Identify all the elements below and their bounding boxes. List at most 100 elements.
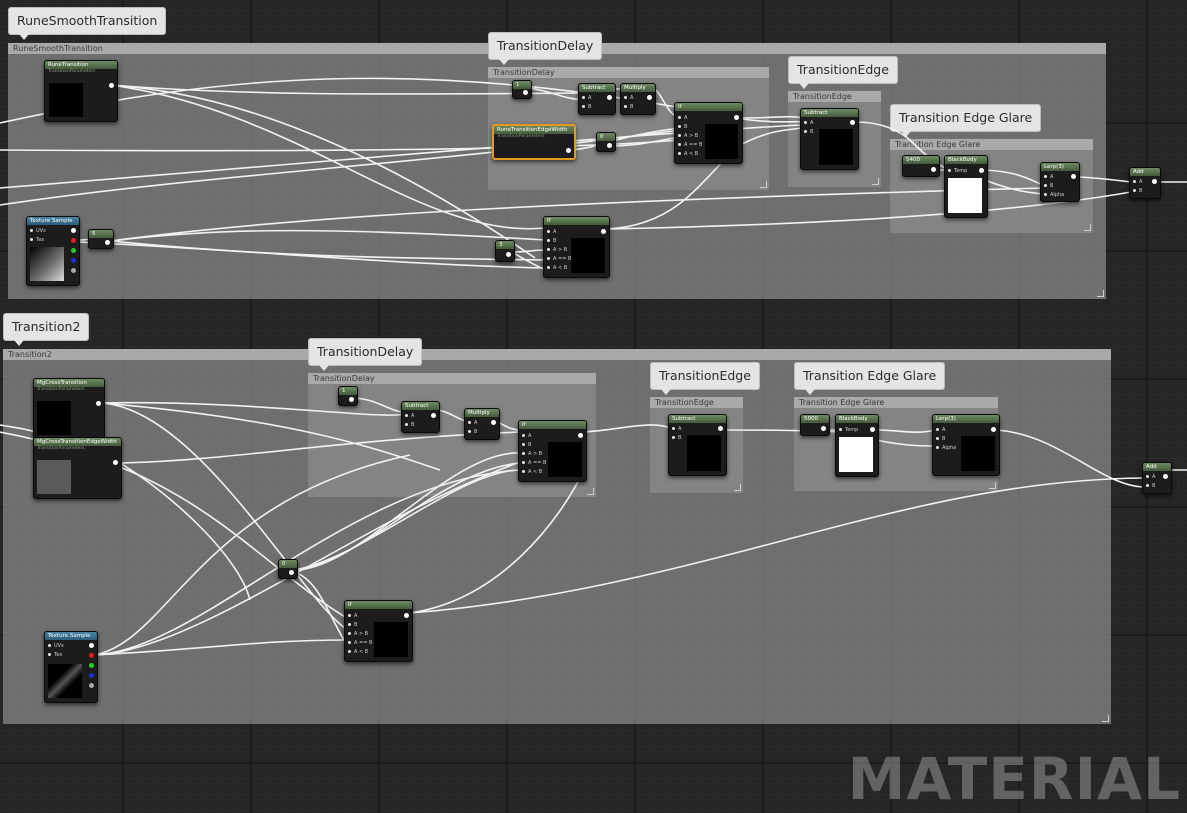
input-pin-b[interactable]: B xyxy=(936,436,945,442)
input-pin-b[interactable]: B xyxy=(582,104,591,110)
output-pin[interactable] xyxy=(991,427,996,432)
output-pin[interactable] xyxy=(491,420,496,425)
input-pin-temp[interactable]: Temp xyxy=(839,427,858,433)
output-pin[interactable] xyxy=(601,229,606,234)
input-pin-a-eq-b[interactable]: A == B xyxy=(348,640,372,646)
input-pin-a[interactable]: A xyxy=(936,427,945,433)
constant-node[interactable]: 0 xyxy=(278,559,298,579)
scalar-parameter-node[interactable]: MgCrossTransition TransitionParameters xyxy=(33,378,105,440)
input-pin-b[interactable]: B xyxy=(678,124,687,130)
input-pin-a[interactable]: A xyxy=(547,229,556,235)
input-pin-a[interactable]: A xyxy=(582,95,591,101)
input-pin-a[interactable]: A xyxy=(1146,474,1155,480)
output-pin[interactable] xyxy=(607,95,612,100)
input-pin-a-gt-b[interactable]: A > B xyxy=(678,133,698,139)
output-pin[interactable] xyxy=(96,401,101,406)
texture-sample-node[interactable]: Texture Sample UVs Tex xyxy=(44,631,98,703)
scalar-parameter-node-selected[interactable]: RuneTransitionEdgeWidth TransitionParame… xyxy=(492,124,576,160)
output-pin[interactable] xyxy=(821,426,826,431)
input-pin-a[interactable]: A xyxy=(522,433,531,439)
constant-node[interactable]: 1 xyxy=(512,80,532,99)
input-pin-a-gt-b[interactable]: A > B xyxy=(547,247,567,253)
output-pin[interactable] xyxy=(105,240,110,245)
input-pin-a[interactable]: A xyxy=(804,120,813,126)
constant-node[interactable]: 0 xyxy=(596,132,616,152)
input-pin-a[interactable]: A xyxy=(1133,179,1142,185)
multiply-node[interactable]: Multiply A B xyxy=(620,83,656,115)
input-pin-a-eq-b[interactable]: A == B xyxy=(522,460,546,466)
input-pin-a[interactable]: A xyxy=(405,413,414,419)
add-node[interactable]: Add A B xyxy=(1129,167,1161,199)
output-pin[interactable] xyxy=(349,397,354,402)
input-pin-a-gt-b[interactable]: A > B xyxy=(522,451,542,457)
input-pin-a[interactable]: A xyxy=(348,613,357,619)
output-pin[interactable] xyxy=(718,426,723,431)
input-pin-tex[interactable]: Tex xyxy=(48,652,62,658)
input-pin-a[interactable]: A xyxy=(468,420,477,426)
blackbody-node[interactable]: BlackBody Temp xyxy=(835,414,879,477)
input-pin-a[interactable]: A xyxy=(672,426,681,432)
texture-sample-node[interactable]: Texture Sample UVs Tex xyxy=(26,216,80,286)
output-pin-r[interactable] xyxy=(89,653,94,658)
constant-node[interactable]: 5 xyxy=(88,229,114,249)
output-pin[interactable] xyxy=(431,413,436,418)
if-node[interactable]: If A B A > B A == B A < B xyxy=(344,600,413,662)
output-pin[interactable] xyxy=(931,167,936,172)
output-pin[interactable] xyxy=(578,433,583,438)
output-pin[interactable] xyxy=(289,570,294,575)
output-pin-r[interactable] xyxy=(71,238,76,243)
output-pin[interactable] xyxy=(607,143,612,148)
input-pin-b[interactable]: B xyxy=(1146,483,1155,489)
output-pin[interactable] xyxy=(870,427,875,432)
input-pin-a-lt-b[interactable]: A < B xyxy=(522,469,542,475)
input-pin-a-eq-b[interactable]: A == B xyxy=(678,142,702,148)
input-pin-a[interactable]: A xyxy=(624,95,633,101)
input-pin-a[interactable]: A xyxy=(1044,174,1053,180)
output-pin[interactable] xyxy=(523,90,528,95)
output-pin[interactable] xyxy=(404,613,409,618)
scalar-parameter-node[interactable]: MgCrossTransitionEdgeWidth TransitionPar… xyxy=(33,437,122,499)
output-pin[interactable] xyxy=(1071,174,1076,179)
output-pin-b[interactable] xyxy=(89,673,94,678)
input-pin-b[interactable]: B xyxy=(1044,183,1053,189)
output-pin-g[interactable] xyxy=(71,248,76,253)
input-pin-tex[interactable]: Tex xyxy=(30,237,44,243)
input-pin-b[interactable]: B xyxy=(1133,188,1142,194)
output-pin[interactable] xyxy=(506,252,511,257)
input-pin-a[interactable]: A xyxy=(678,115,687,121)
output-pin-g[interactable] xyxy=(89,663,94,668)
output-pin-a[interactable] xyxy=(89,683,94,688)
if-node[interactable]: If A B A > B A == B A < B xyxy=(518,420,587,482)
input-pin-b[interactable]: B xyxy=(672,435,681,441)
multiply-node[interactable]: Multiply A B xyxy=(464,408,500,440)
if-node[interactable]: If A B A > B A == B A < B xyxy=(674,102,743,164)
input-pin-a-lt-b[interactable]: A < B xyxy=(547,265,567,271)
input-pin-b[interactable]: B xyxy=(624,104,633,110)
input-pin-a-eq-b[interactable]: A == B xyxy=(547,256,571,262)
output-pin[interactable] xyxy=(1152,179,1157,184)
output-pin[interactable] xyxy=(566,148,571,153)
input-pin-alpha[interactable]: Alpha xyxy=(1044,192,1064,198)
input-pin-b[interactable]: B xyxy=(804,129,813,135)
output-pin-b[interactable] xyxy=(71,258,76,263)
output-pin-rgb[interactable] xyxy=(71,228,76,233)
input-pin-b[interactable]: B xyxy=(547,238,556,244)
input-pin-b[interactable]: B xyxy=(468,429,477,435)
add-node[interactable]: Add A B xyxy=(1142,462,1172,494)
output-pin[interactable] xyxy=(1163,474,1168,479)
input-pin-b[interactable]: B xyxy=(348,622,357,628)
blackbody-node[interactable]: BlackBody Temp xyxy=(944,155,988,218)
scalar-parameter-node[interactable]: RuneTransition TransitionParameters xyxy=(44,60,118,122)
constant-node[interactable]: 3 xyxy=(495,240,515,262)
output-pin-a[interactable] xyxy=(71,268,76,273)
subtract-node[interactable]: Subtract A B xyxy=(401,401,440,433)
subtract-node[interactable]: Subtract A B xyxy=(800,108,859,170)
input-pin-b[interactable]: B xyxy=(405,422,414,428)
output-pin[interactable] xyxy=(647,95,652,100)
constant-node[interactable]: 1 xyxy=(338,386,358,406)
lerp-node[interactable]: Lerp(3) A B Alpha xyxy=(932,414,1000,476)
input-pin-uvs[interactable]: UVs xyxy=(48,643,64,649)
output-pin-rgb[interactable] xyxy=(89,643,94,648)
input-pin-a-gt-b[interactable]: A > B xyxy=(348,631,368,637)
subtract-node[interactable]: Subtract A B xyxy=(578,83,616,115)
